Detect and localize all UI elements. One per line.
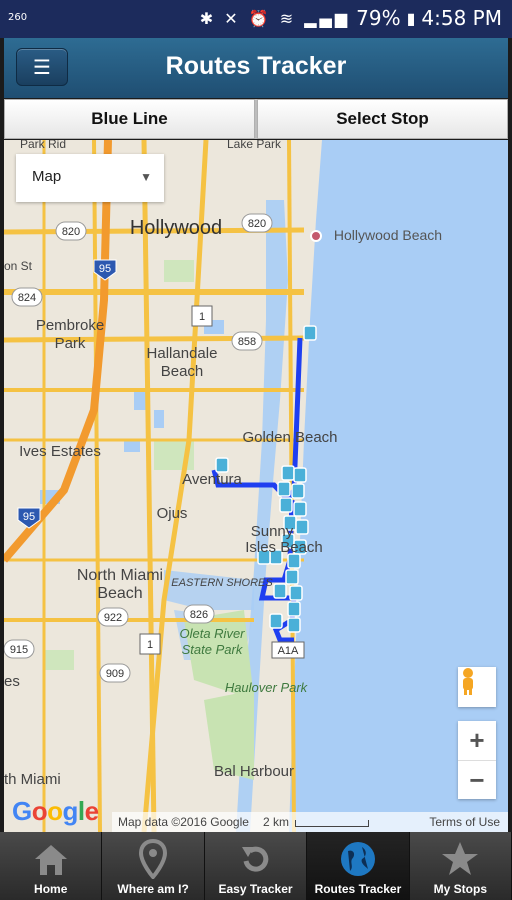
status-icons: ✱ ✕ ⏰ ≋ ▂▄▆ — [199, 8, 351, 28]
bus-stop-marker — [285, 569, 299, 585]
map-data-text: Map data ©2016 Google — [118, 815, 249, 829]
nav-routes-tracker[interactable]: Routes Tracker — [307, 832, 410, 900]
hollywood-label: Hollywood — [130, 217, 222, 239]
park-ridge-label: Park Rid — [20, 140, 66, 151]
bus-stop-marker — [295, 519, 309, 535]
scale-bar — [294, 819, 369, 827]
stop-select-button[interactable]: Select Stop — [257, 99, 508, 139]
selector-tabs: Blue Line Select Stop — [4, 99, 508, 139]
eastern-shores-label: EASTERN SHORES — [171, 577, 273, 589]
nav-routes-tracker-label: Routes Tracker — [314, 882, 402, 896]
pembroke-park-label-2: Park — [55, 335, 86, 352]
route-select-button[interactable]: Blue Line — [4, 99, 255, 139]
hw-820b-label: 820 — [248, 218, 266, 230]
oleta-label-2: State Park — [182, 642, 244, 657]
ives-estates-label: Ives Estates — [19, 443, 101, 460]
refresh-icon — [205, 838, 306, 880]
hw-826-label: 826 — [190, 609, 208, 621]
nav-my-stops[interactable]: My Stops — [409, 832, 512, 900]
status-bar: 260 ✱ ✕ ⏰ ≋ ▂▄▆ 79% ▮ 4:58 PM — [0, 0, 512, 38]
bus-stop-marker — [279, 497, 293, 513]
star-icon — [410, 838, 511, 880]
terms-link[interactable]: Terms of Use — [429, 815, 500, 829]
app-bar: ☰ Routes Tracker — [4, 38, 508, 98]
us1a-label: 1 — [199, 311, 205, 323]
nav-where-am-i-label: Where am I? — [117, 882, 189, 896]
battery-percent: 79% — [356, 6, 401, 30]
oleta-label-1: Oleta River — [179, 626, 245, 641]
a1a-label: A1A — [278, 645, 299, 657]
bus-stop-marker — [291, 483, 305, 499]
bus-stop-marker — [303, 325, 317, 341]
bus-stop-marker — [277, 481, 291, 497]
bus-stop-marker — [293, 501, 307, 517]
i95b-label: 95 — [23, 511, 35, 523]
north-miami-beach-label-2: Beach — [97, 585, 142, 602]
status-left-text: 260 — [8, 12, 28, 23]
bal-harbour-label: Bal Harbour — [214, 763, 294, 780]
bay-water — [164, 570, 254, 610]
street-view-pegman-icon[interactable] — [458, 667, 496, 707]
nav-easy-tracker[interactable]: Easy Tracker — [204, 832, 308, 900]
hw-824-label: 824 — [18, 292, 36, 304]
bus-stop-marker — [215, 457, 229, 473]
bus-stop-marker — [273, 583, 287, 599]
globe-icon — [307, 838, 408, 880]
bus-stop-marker — [281, 465, 295, 481]
status-time: 4:58 PM — [421, 6, 502, 30]
bus-stop-marker — [289, 585, 303, 601]
zoom-out-button[interactable]: − — [458, 761, 496, 800]
bus-stop-marker — [287, 617, 301, 633]
home-icon — [0, 838, 101, 880]
north-miami-label: th Miami — [4, 771, 61, 788]
bus-stop-marker — [269, 613, 283, 629]
sunny-isles-label-1: Sunny — [251, 523, 294, 540]
hw-820a-label: 820 — [62, 226, 80, 238]
lake-park-label: Lake Park — [227, 140, 282, 151]
google-logo: Google — [12, 796, 99, 826]
hallandale-beach-label-2: Beach — [161, 363, 204, 380]
nav-home[interactable]: Home — [0, 832, 103, 900]
nav-easy-tracker-label: Easy Tracker — [218, 882, 293, 896]
i95a-label: 95 — [99, 263, 111, 275]
battery-icon: ▮ — [406, 8, 416, 28]
bottom-nav: Home Where am I? Easy Tracker Routes Tra… — [0, 832, 512, 900]
street-label: on St — [4, 259, 33, 273]
map-attribution: Map data ©2016 Google 2 km Terms of Use — [112, 812, 508, 832]
dropdown-arrow-icon: ▼ — [140, 170, 152, 184]
page-title: Routes Tracker — [165, 52, 347, 80]
hallandale-beach-label-1: Hallandale — [147, 345, 218, 362]
cutoff-label: es — [4, 673, 20, 690]
golden-beach-label: Golden Beach — [242, 429, 337, 446]
nav-where-am-i[interactable]: Where am I? — [102, 832, 205, 900]
nav-home-label: Home — [34, 882, 68, 896]
north-miami-beach-label-1: North Miami — [77, 567, 163, 584]
aventura-label: Aventura — [182, 471, 242, 488]
map-view[interactable]: 820 820 824 858 826 922 915 909 95 95 1 … — [4, 140, 508, 832]
zoom-controls: + − — [458, 721, 496, 799]
pembroke-park-label-1: Pembroke — [36, 317, 104, 334]
hw-909-label: 909 — [106, 668, 124, 680]
bus-stop-marker — [293, 467, 307, 483]
hw-922-label: 922 — [104, 612, 122, 624]
poi-marker — [310, 230, 322, 242]
bus-stop-marker — [287, 553, 301, 569]
ojus-label: Ojus — [157, 505, 188, 522]
haulover-park-label: Haulover Park — [225, 680, 309, 695]
nav-my-stops-label: My Stops — [433, 882, 487, 896]
map-type-value: Map — [32, 168, 62, 185]
map-canvas: 820 820 824 858 826 922 915 909 95 95 1 … — [4, 140, 508, 832]
location-pin-icon — [102, 838, 203, 880]
bus-stop-marker — [287, 601, 301, 617]
hollywood-beach-label: Hollywood Beach — [334, 227, 442, 243]
hw-858-label: 858 — [238, 336, 256, 348]
map-type-select[interactable]: Map ▼ — [16, 154, 164, 202]
sunny-isles-label-2: Isles Beach — [245, 539, 323, 556]
zoom-in-button[interactable]: + — [458, 721, 496, 760]
hw-915-label: 915 — [10, 644, 28, 656]
scale-text: 2 km — [262, 815, 289, 829]
us1b-label: 1 — [147, 639, 153, 651]
